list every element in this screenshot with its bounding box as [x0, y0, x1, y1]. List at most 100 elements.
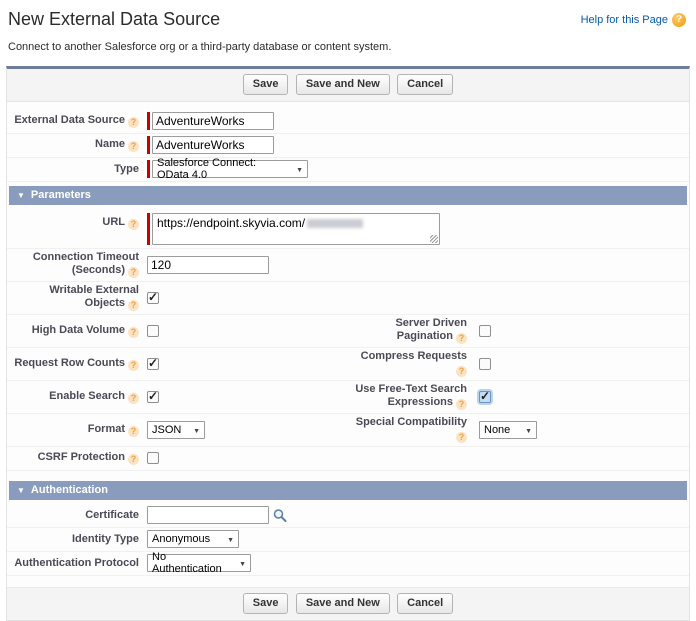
row-enable-search: Enable Search Use Free-Text Search Expre…	[7, 381, 689, 414]
help-area: Help for this Page	[581, 13, 686, 27]
external-data-source-input[interactable]	[152, 112, 274, 130]
type-select-value: Salesforce Connect: OData 4.0	[157, 157, 290, 181]
help-icon[interactable]	[128, 454, 139, 465]
url-textarea[interactable]: https://endpoint.skyvia.com/	[152, 213, 440, 245]
save-and-new-button[interactable]: Save and New	[296, 74, 390, 95]
authentication-protocol-select[interactable]: No Authentication	[147, 554, 251, 572]
cancel-button[interactable]: Cancel	[397, 74, 453, 95]
type-select[interactable]: Salesforce Connect: OData 4.0	[152, 160, 308, 178]
section-header-authentication[interactable]: Authentication	[9, 481, 687, 500]
name-input[interactable]	[152, 136, 274, 154]
help-icon[interactable]	[128, 360, 139, 371]
url-value: https://endpoint.skyvia.com/	[157, 216, 305, 230]
special-compatibility-select[interactable]: None	[479, 421, 537, 439]
help-icon[interactable]	[456, 333, 467, 344]
bottom-button-bar: Save Save and New Cancel	[7, 587, 689, 620]
external-data-source-label: External Data Source	[14, 114, 125, 126]
identity-type-label: Identity Type	[72, 533, 139, 545]
section-header-parameters[interactable]: Parameters	[9, 186, 687, 205]
row-identity-type: Identity Type Anonymous	[7, 528, 689, 552]
authentication-protocol-select-value: No Authentication	[152, 551, 233, 575]
format-select[interactable]: JSON	[147, 421, 205, 439]
certificate-input[interactable]	[147, 506, 269, 524]
enable-search-checkbox[interactable]	[147, 391, 159, 403]
help-icon[interactable]	[128, 117, 139, 128]
url-blurred-segment	[307, 219, 363, 228]
help-page-icon[interactable]	[672, 13, 686, 27]
writable-external-objects-label: Writable External Objects	[49, 284, 139, 309]
help-icon[interactable]	[128, 300, 139, 311]
certificate-lookup-icon[interactable]	[272, 508, 288, 523]
row-high-data-volume: High Data Volume Server Driven Paginatio…	[7, 315, 689, 348]
format-select-value: JSON	[152, 424, 181, 436]
form-body: External Data Source Name Type	[7, 102, 689, 578]
page-title: New External Data Source	[8, 9, 220, 30]
request-row-counts-label: Request Row Counts	[14, 357, 125, 369]
page-header: New External Data Source Help for this P…	[0, 0, 696, 30]
dropdown-arrow-icon	[221, 533, 234, 545]
special-compatibility-select-value: None	[484, 424, 510, 436]
save-button[interactable]: Save	[243, 74, 289, 95]
dropdown-arrow-icon	[290, 163, 303, 175]
row-writable-external-objects: Writable External Objects	[7, 282, 689, 315]
collapse-arrow-icon	[17, 484, 25, 496]
section-title: Parameters	[31, 189, 91, 201]
collapse-arrow-icon	[17, 189, 25, 201]
help-icon[interactable]	[128, 327, 139, 338]
name-label: Name	[95, 138, 125, 150]
help-icon[interactable]	[128, 393, 139, 404]
type-label: Type	[114, 163, 139, 175]
required-indicator	[147, 213, 150, 245]
use-free-text-search-expressions-checkbox[interactable]	[479, 391, 491, 403]
enable-search-label: Enable Search	[49, 390, 125, 402]
request-row-counts-checkbox[interactable]	[147, 358, 159, 370]
dropdown-arrow-icon	[187, 424, 200, 436]
high-data-volume-label: High Data Volume	[32, 324, 125, 336]
save-and-new-button[interactable]: Save and New	[296, 593, 390, 614]
help-icon[interactable]	[456, 366, 467, 377]
top-button-bar: Save Save and New Cancel	[7, 69, 689, 102]
cancel-button[interactable]: Cancel	[397, 593, 453, 614]
certificate-label: Certificate	[85, 509, 139, 521]
use-free-text-search-expressions-label: Use Free-Text Search Expressions	[355, 383, 467, 408]
connection-timeout-input[interactable]	[147, 256, 269, 274]
help-icon[interactable]	[128, 219, 139, 230]
row-authentication-protocol: Authentication Protocol No Authenticatio…	[7, 552, 689, 576]
help-icon[interactable]	[456, 399, 467, 410]
required-indicator	[147, 160, 150, 178]
row-type: Type Salesforce Connect: OData 4.0	[7, 158, 689, 182]
help-icon[interactable]	[128, 141, 139, 152]
help-icon[interactable]	[456, 432, 467, 443]
row-csrf-protection: CSRF Protection	[7, 447, 689, 471]
save-button[interactable]: Save	[243, 593, 289, 614]
section-title: Authentication	[31, 484, 108, 496]
help-for-this-page-link[interactable]: Help for this Page	[581, 14, 668, 26]
row-certificate: Certificate	[7, 504, 689, 528]
row-format: Format JSON Special Compatibility None	[7, 414, 689, 447]
row-url: URL https://endpoint.skyvia.com/	[7, 209, 689, 249]
format-label: Format	[88, 423, 125, 435]
page-subtitle: Connect to another Salesforce org or a t…	[0, 30, 696, 66]
compress-requests-label: Compress Requests	[361, 350, 467, 362]
required-indicator	[147, 136, 150, 154]
required-indicator	[147, 112, 150, 130]
dropdown-arrow-icon	[233, 557, 246, 569]
identity-type-select-value: Anonymous	[152, 533, 210, 545]
special-compatibility-label: Special Compatibility	[356, 416, 467, 428]
csrf-protection-label: CSRF Protection	[38, 451, 125, 463]
row-connection-timeout: Connection Timeout (Seconds)	[7, 249, 689, 282]
row-name: Name	[7, 134, 689, 158]
row-request-row-counts: Request Row Counts Compress Requests	[7, 348, 689, 381]
high-data-volume-checkbox[interactable]	[147, 325, 159, 337]
dropdown-arrow-icon	[519, 424, 532, 436]
csrf-protection-checkbox[interactable]	[147, 452, 159, 464]
compress-requests-checkbox[interactable]	[479, 358, 491, 370]
writable-external-objects-checkbox[interactable]	[147, 292, 159, 304]
help-icon[interactable]	[128, 426, 139, 437]
resize-handle-icon[interactable]	[430, 235, 438, 243]
help-icon[interactable]	[128, 267, 139, 278]
connection-timeout-label: Connection Timeout (Seconds)	[33, 251, 139, 276]
server-driven-pagination-checkbox[interactable]	[479, 325, 491, 337]
identity-type-select[interactable]: Anonymous	[147, 530, 239, 548]
url-label: URL	[102, 216, 125, 228]
